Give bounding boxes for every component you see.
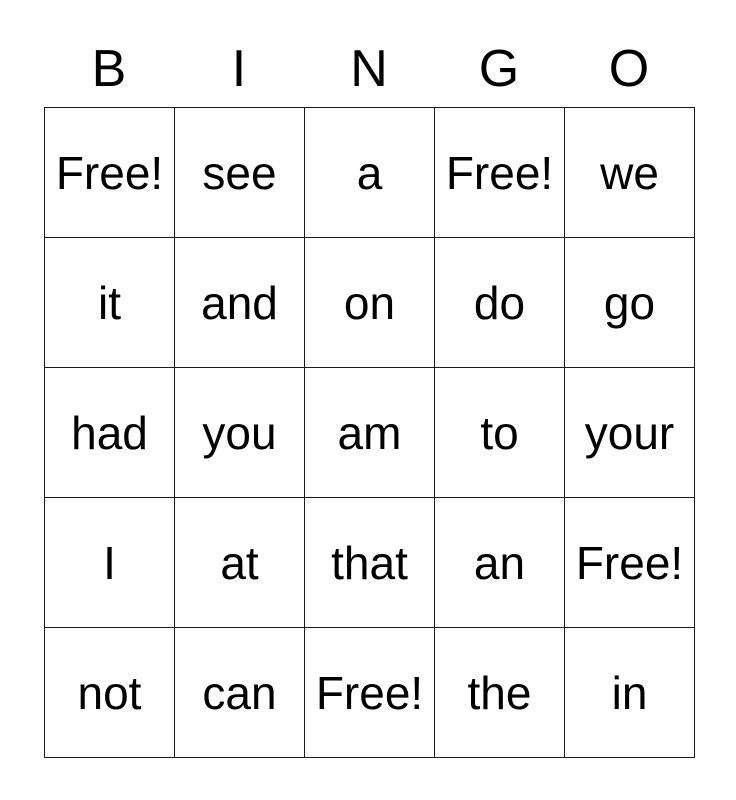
bingo-cell[interactable]: your [565, 368, 695, 498]
bingo-cell-label: go [603, 276, 656, 329]
bingo-cell[interactable]: on [305, 238, 435, 368]
bingo-row: I at that an Free! [45, 498, 695, 628]
bingo-header-row: B I N G O [44, 36, 694, 102]
bingo-cell[interactable]: can [175, 628, 305, 758]
bingo-cell-label: that [331, 536, 408, 589]
bingo-cell-label: had [71, 406, 148, 459]
bingo-cell[interactable]: it [45, 238, 175, 368]
bingo-cell[interactable]: an [435, 498, 565, 628]
bingo-cell-label: on [343, 276, 396, 329]
bingo-cell[interactable]: the [435, 628, 565, 758]
bingo-cell-label: it [98, 276, 121, 329]
bingo-cell[interactable]: had [45, 368, 175, 498]
bingo-row: Free! see a Free! we [45, 108, 695, 238]
bingo-cell[interactable]: I [45, 498, 175, 628]
bingo-cell[interactable]: to [435, 368, 565, 498]
bingo-cell-label: do [473, 276, 526, 329]
bingo-row: it and on do go [45, 238, 695, 368]
bingo-cell[interactable]: in [565, 628, 695, 758]
bingo-cell[interactable]: not [45, 628, 175, 758]
bingo-cell[interactable]: go [565, 238, 695, 368]
bingo-cell-label: we [600, 146, 659, 199]
bingo-cell-label: you [202, 406, 277, 459]
bingo-cell-label: Free! [445, 146, 554, 199]
bingo-cell-label: your [584, 406, 675, 459]
bingo-cell[interactable]: am [305, 368, 435, 498]
bingo-cell-label: and [201, 276, 278, 329]
bingo-cell[interactable]: Free! [305, 628, 435, 758]
bingo-cell-label: see [202, 146, 277, 199]
bingo-cell[interactable]: Free! [435, 108, 565, 238]
bingo-cell-label: am [337, 406, 402, 459]
bingo-grid: Free! see a Free! we it and on do go had… [44, 107, 695, 758]
bingo-row: had you am to your [45, 368, 695, 498]
bingo-cell[interactable]: Free! [565, 498, 695, 628]
bingo-cell[interactable]: we [565, 108, 695, 238]
bingo-cell-label: an [473, 536, 526, 589]
bingo-header-letter-g: G [478, 40, 520, 98]
bingo-cell[interactable]: that [305, 498, 435, 628]
bingo-header-letter-n: N [350, 40, 388, 98]
bingo-card: B I N G O Free! see a Free! we it and on… [0, 0, 736, 800]
bingo-cell[interactable]: do [435, 238, 565, 368]
bingo-cell-label: a [356, 146, 383, 199]
bingo-row: not can Free! the in [45, 628, 695, 758]
bingo-cell[interactable]: a [305, 108, 435, 238]
bingo-cell[interactable]: Free! [45, 108, 175, 238]
bingo-cell[interactable]: at [175, 498, 305, 628]
bingo-cell-label: can [202, 666, 277, 719]
bingo-cell-label: I [103, 536, 116, 589]
bingo-cell-label: the [467, 666, 532, 719]
bingo-cell-label: not [77, 666, 142, 719]
bingo-cell-label: Free! [575, 536, 684, 589]
bingo-cell[interactable]: and [175, 238, 305, 368]
bingo-cell[interactable]: you [175, 368, 305, 498]
bingo-cell-label: to [480, 406, 519, 459]
bingo-cell-label: Free! [55, 146, 164, 199]
bingo-cell-label: Free! [315, 666, 424, 719]
bingo-cell-label: in [611, 666, 648, 719]
bingo-cell[interactable]: see [175, 108, 305, 238]
bingo-header-letter-b: B [91, 40, 127, 98]
bingo-header-letter-o: O [608, 40, 650, 98]
bingo-cell-label: at [220, 536, 259, 589]
bingo-header-letter-i: I [231, 40, 247, 98]
